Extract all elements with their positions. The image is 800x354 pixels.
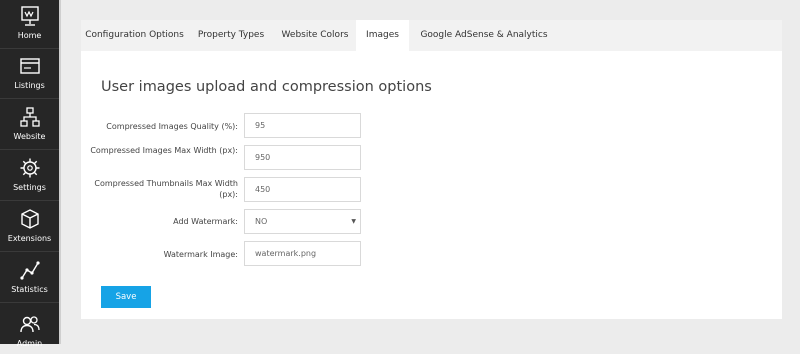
watermark-image-input[interactable]: watermark.png — [244, 241, 361, 266]
select-value: NO — [255, 217, 268, 226]
images-max-width-input[interactable]: 950 — [244, 145, 361, 170]
images-quality-input[interactable]: 95 — [244, 113, 361, 138]
max-width-label: Compressed Images Max Width (px): — [90, 146, 238, 155]
add-watermark-select[interactable]: NO ▼ — [244, 209, 361, 234]
page-title: User images upload and compression optio… — [101, 79, 432, 95]
sidebar-item-extensions[interactable]: Extensions — [0, 203, 59, 252]
settings-gear-icon — [19, 157, 41, 179]
sidebar-item-settings[interactable]: Settings — [0, 152, 59, 201]
sidebar-item-label: Extensions — [7, 234, 52, 243]
tab-bar: Configuration Options Property Types Web… — [81, 20, 782, 51]
sidebar-item-statistics[interactable]: Statistics — [0, 254, 59, 303]
website-sitemap-icon — [19, 106, 41, 128]
tab-website-colors[interactable]: Website Colors — [274, 20, 356, 51]
tab-google-adsense-analytics[interactable]: Google AdSense & Analytics — [409, 20, 559, 51]
sidebar-item-website[interactable]: Website — [0, 101, 59, 150]
extensions-cube-icon — [19, 208, 41, 230]
sidebar-item-label: Website — [13, 132, 46, 141]
save-button[interactable]: Save — [101, 286, 151, 308]
tab-configuration-options[interactable]: Configuration Options — [81, 20, 188, 51]
admin-users-icon — [19, 313, 41, 335]
listings-card-icon — [19, 55, 41, 77]
sidebar-item-home[interactable]: Home — [0, 0, 59, 49]
thumbnails-max-width-input[interactable]: 450 — [244, 177, 361, 202]
sidebar-item-label: Settings — [13, 183, 46, 192]
thumb-max-width-label: Compressed Thumbnails Max Width (px): — [94, 179, 238, 199]
home-monitor-icon — [19, 5, 41, 27]
statistics-chart-icon — [19, 259, 41, 281]
settings-panel: User images upload and compression optio… — [81, 51, 782, 319]
quality-label: Compressed Images Quality (%): — [106, 122, 238, 131]
sidebar-item-label: Listings — [14, 81, 45, 90]
sidebar-item-admin[interactable]: Admin — [0, 305, 59, 354]
sidebar-item-label: Admin — [16, 339, 43, 348]
tab-images[interactable]: Images — [356, 20, 409, 51]
sidebar-item-label: Home — [17, 31, 42, 40]
add-watermark-label: Add Watermark: — [173, 217, 238, 226]
sidebar: Home Listings Website Settings Extension… — [0, 0, 61, 348]
caret-down-icon: ▼ — [351, 218, 356, 225]
watermark-image-label: Watermark Image: — [163, 250, 238, 259]
tab-property-types[interactable]: Property Types — [188, 20, 274, 51]
sidebar-item-label: Statistics — [11, 285, 48, 294]
sidebar-item-listings[interactable]: Listings — [0, 50, 59, 99]
